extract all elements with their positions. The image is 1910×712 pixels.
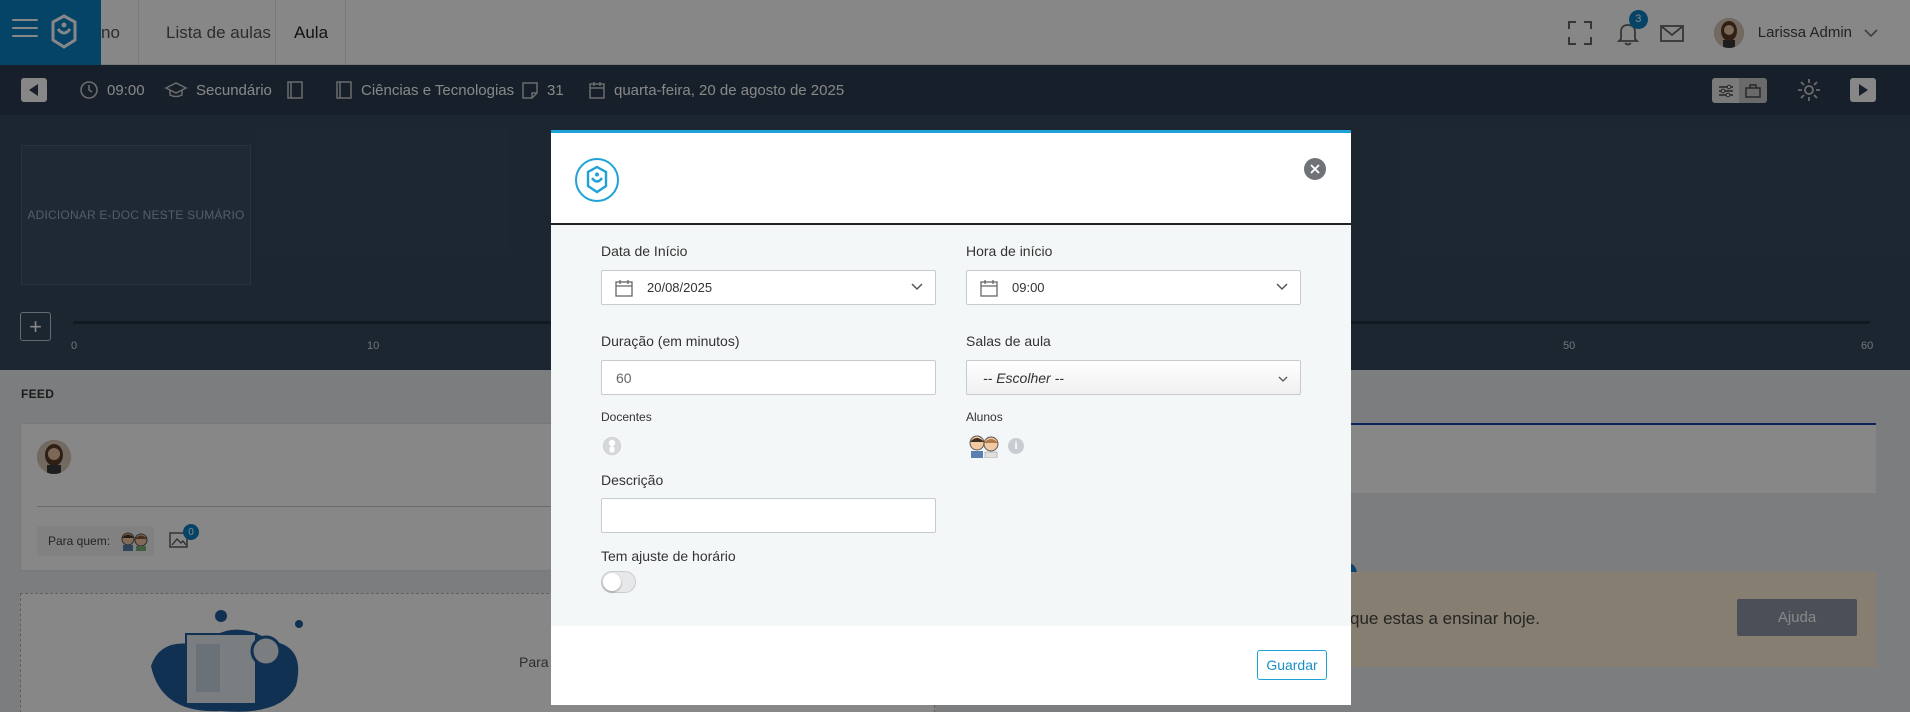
start-time-picker[interactable]: 09:00 bbox=[966, 270, 1301, 305]
teacher-placeholder-icon[interactable] bbox=[601, 435, 623, 457]
students-label: Alunos bbox=[966, 410, 1003, 424]
duration-value: 60 bbox=[616, 369, 632, 386]
description-input[interactable] bbox=[601, 498, 936, 533]
toggle-knob bbox=[603, 573, 621, 591]
chevron-down-icon bbox=[1278, 376, 1288, 382]
rooms-select[interactable]: -- Escolher -- bbox=[966, 360, 1301, 395]
close-icon bbox=[1310, 164, 1320, 174]
duration-label: Duração (em minutos) bbox=[601, 333, 740, 349]
calendar-icon bbox=[980, 279, 998, 297]
rooms-label: Salas de aula bbox=[966, 333, 1051, 349]
duration-input[interactable]: 60 bbox=[601, 360, 936, 395]
teachers-label: Docentes bbox=[601, 410, 652, 424]
modal-header bbox=[551, 133, 1351, 225]
schedule-adjust-label: Tem ajuste de horário bbox=[601, 548, 736, 564]
modal-close-button[interactable] bbox=[1304, 158, 1326, 180]
chevron-down-icon bbox=[1276, 283, 1288, 291]
start-time-label: Hora de início bbox=[966, 243, 1053, 259]
students-icon[interactable] bbox=[966, 434, 1002, 458]
modal-brand-logo bbox=[575, 158, 619, 202]
modal-footer: Guardar bbox=[551, 626, 1351, 705]
start-date-picker[interactable]: 20/08/2025 bbox=[601, 270, 936, 305]
brand-logo-icon bbox=[586, 165, 608, 194]
students-info-icon[interactable]: i bbox=[1008, 438, 1024, 454]
modal-form: Data de Início 20/08/2025 Hora de início… bbox=[551, 225, 1351, 626]
start-date-label: Data de Início bbox=[601, 243, 688, 259]
rooms-selected-value: -- Escolher -- bbox=[983, 369, 1064, 386]
save-button[interactable]: Guardar bbox=[1257, 650, 1327, 680]
chevron-down-icon bbox=[911, 283, 923, 291]
start-date-value: 20/08/2025 bbox=[647, 280, 713, 295]
schedule-adjust-toggle[interactable] bbox=[601, 571, 636, 593]
description-label: Descrição bbox=[601, 472, 664, 488]
start-time-value: 09:00 bbox=[1012, 280, 1045, 295]
calendar-icon bbox=[615, 279, 633, 297]
lesson-settings-modal: Data de Início 20/08/2025 Hora de início… bbox=[551, 130, 1351, 705]
